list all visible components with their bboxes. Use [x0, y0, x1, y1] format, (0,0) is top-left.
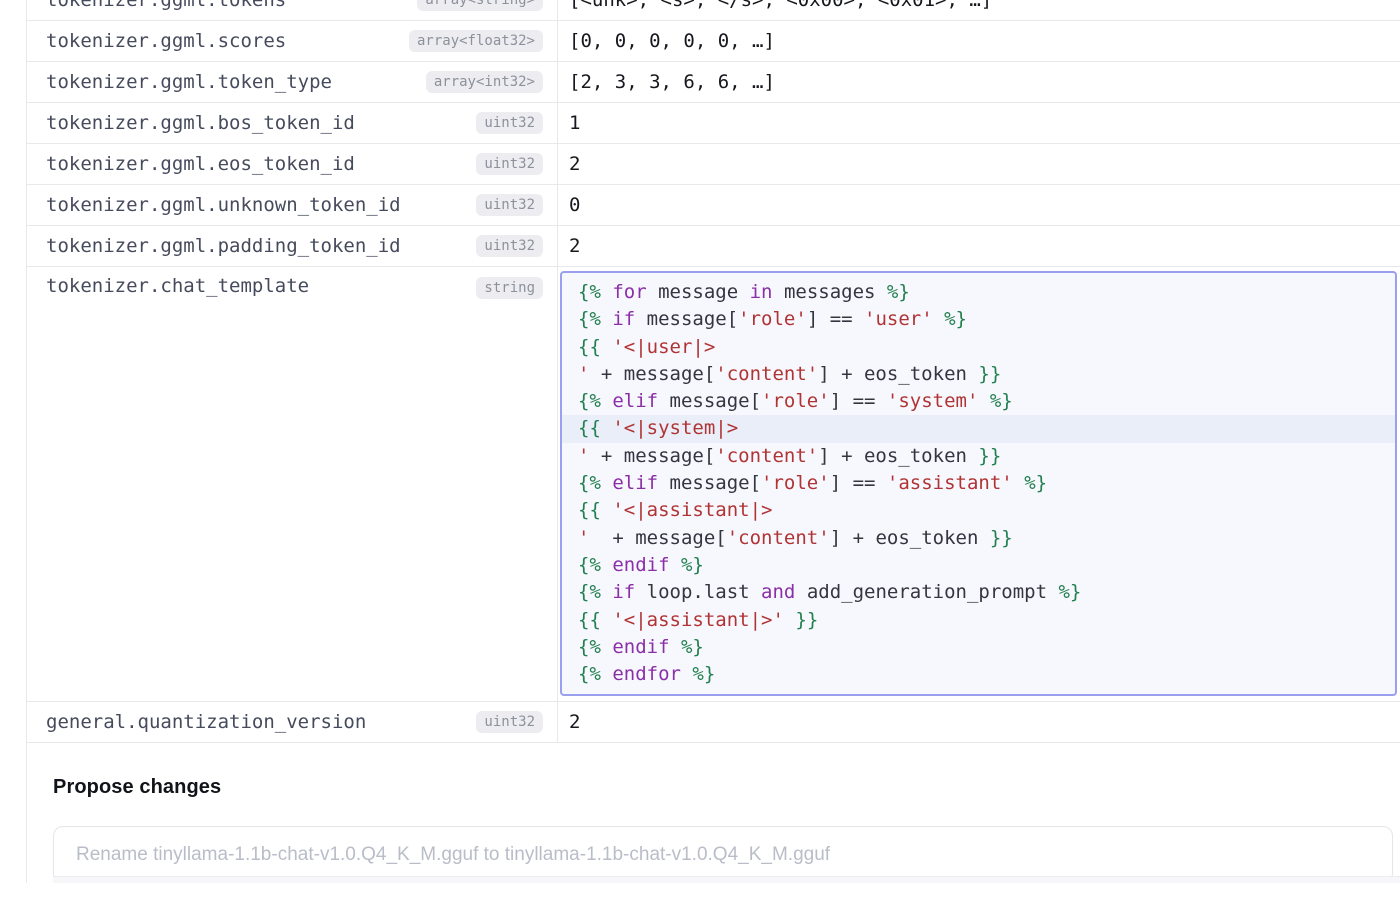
- propose-changes-heading: Propose changes: [53, 776, 1400, 799]
- code-line: {% endif %}: [562, 634, 1395, 661]
- metadata-key: tokenizer.chat_template: [46, 275, 309, 297]
- metadata-value-cell: [<unk>, <s>, </s>, <0x00>, <0x01>, …]: [558, 0, 1400, 20]
- code-line: {% endif %}: [562, 552, 1395, 579]
- table-row: tokenizer.ggml.eos_token_id uint32 2: [27, 144, 1400, 185]
- code-line: {% elif message['role'] == 'assistant' %…: [562, 470, 1395, 497]
- metadata-key-cell: tokenizer.chat_template string: [27, 267, 558, 701]
- metadata-key-cell: tokenizer.ggml.tokens array<string>: [27, 0, 558, 20]
- code-line: ' + message['content'] + eos_token }}: [562, 361, 1395, 388]
- metadata-key-cell: tokenizer.ggml.scores array<float32>: [27, 21, 558, 61]
- metadata-value: 0: [569, 194, 580, 216]
- type-badge: uint32: [476, 711, 543, 733]
- table-row: tokenizer.ggml.tokens array<string> [<unk>…: [27, 0, 1400, 21]
- metadata-value-cell: 2: [558, 702, 1400, 742]
- code-line: ' + message['content'] + eos_token }}: [562, 443, 1395, 470]
- metadata-table: tokenizer.ggml.tokens array<string> [<unk>…: [27, 0, 1400, 743]
- metadata-key-cell: tokenizer.ggml.unknown_token_id uint32: [27, 185, 558, 225]
- metadata-value-cell: [0, 0, 0, 0, 0, …]: [558, 21, 1400, 61]
- code-line: {{ '<|system|>: [562, 415, 1395, 442]
- metadata-key: tokenizer.ggml.padding_token_id: [46, 235, 401, 257]
- code-line: {% elif message['role'] == 'system' %}: [562, 388, 1395, 415]
- metadata-value-cell: {% for message in messages %}{% if messa…: [558, 267, 1400, 701]
- metadata-value: 2: [569, 153, 580, 175]
- metadata-key-cell: general.quantization_version uint32: [27, 702, 558, 742]
- metadata-key-cell: tokenizer.ggml.token_type array<int32>: [27, 62, 558, 102]
- table-row: tokenizer.ggml.scores array<float32> [0, 0…: [27, 21, 1400, 62]
- metadata-value: 1: [569, 112, 580, 134]
- type-badge: array<float32>: [409, 30, 543, 52]
- table-row: general.quantization_version uint32 2: [27, 702, 1400, 743]
- table-row: tokenizer.ggml.padding_token_id uint32 2: [27, 226, 1400, 267]
- propose-changes-section: Propose changes: [27, 743, 1400, 883]
- code-line: {% endfor %}: [562, 661, 1395, 688]
- code-line: {{ '<|assistant|>' }}: [562, 607, 1395, 634]
- metadata-key: tokenizer.ggml.token_type: [46, 71, 332, 93]
- code-line: {{ '<|user|>: [562, 334, 1395, 361]
- metadata-value-cell: 0: [558, 185, 1400, 225]
- metadata-value-cell: [2, 3, 3, 6, 6, …]: [558, 62, 1400, 102]
- metadata-key-cell: tokenizer.ggml.eos_token_id uint32: [27, 144, 558, 184]
- gguf-metadata-panel: tokenizer.ggml.tokens array<string> [<unk>…: [26, 0, 1400, 883]
- propose-changes-input[interactable]: [53, 826, 1393, 883]
- metadata-value-cell: 2: [558, 226, 1400, 266]
- metadata-value-cell: 2: [558, 144, 1400, 184]
- metadata-value: 2: [569, 235, 580, 257]
- metadata-key-cell: tokenizer.ggml.bos_token_id uint32: [27, 103, 558, 143]
- metadata-value: 2: [569, 711, 580, 733]
- code-line: {{ '<|assistant|>: [562, 497, 1395, 524]
- type-badge: uint32: [476, 153, 543, 175]
- type-badge: array<int32>: [426, 71, 543, 93]
- chat-template-codeblock[interactable]: {% for message in messages %}{% if messa…: [560, 271, 1397, 696]
- metadata-key: general.quantization_version: [46, 711, 366, 733]
- code-line: {% if loop.last and add_generation_promp…: [562, 579, 1395, 606]
- type-badge: uint32: [476, 112, 543, 134]
- code-line: {% if message['role'] == 'user' %}: [562, 306, 1395, 333]
- metadata-key: tokenizer.ggml.bos_token_id: [46, 112, 355, 134]
- table-row: tokenizer.ggml.bos_token_id uint32 1: [27, 103, 1400, 144]
- code-line: ' + message['content'] + eos_token }}: [562, 525, 1395, 552]
- type-badge: uint32: [476, 194, 543, 216]
- type-badge: uint32: [476, 235, 543, 257]
- type-badge: array<string>: [417, 0, 543, 11]
- metadata-key: tokenizer.ggml.unknown_token_id: [46, 194, 401, 216]
- metadata-key: tokenizer.ggml.eos_token_id: [46, 153, 355, 175]
- metadata-value: [<unk>, <s>, </s>, <0x00>, <0x01>, …]: [569, 0, 992, 11]
- metadata-key: tokenizer.ggml.scores: [46, 30, 286, 52]
- next-section-edge: [53, 876, 1400, 883]
- table-row: tokenizer.chat_template string {% for mess…: [27, 267, 1400, 702]
- metadata-value-cell: 1: [558, 103, 1400, 143]
- metadata-key: tokenizer.ggml.tokens: [46, 0, 286, 11]
- code-line: {% for message in messages %}: [562, 279, 1395, 306]
- metadata-value: [2, 3, 3, 6, 6, …]: [569, 71, 775, 93]
- metadata-value: [0, 0, 0, 0, 0, …]: [569, 30, 775, 52]
- type-badge: string: [476, 277, 543, 299]
- metadata-key-cell: tokenizer.ggml.padding_token_id uint32: [27, 226, 558, 266]
- table-row: tokenizer.ggml.token_type array<int32> [2,…: [27, 62, 1400, 103]
- table-row: tokenizer.ggml.unknown_token_id uint32 0: [27, 185, 1400, 226]
